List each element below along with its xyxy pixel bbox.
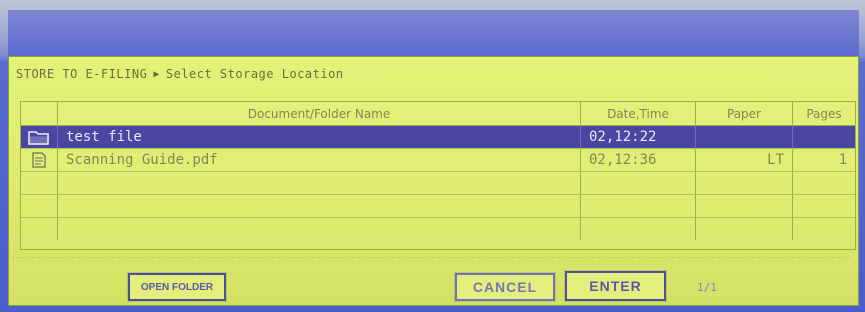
table-row[interactable]: test file 02,12:22: [21, 126, 855, 149]
document-icon: [21, 149, 57, 171]
table-row-empty: [21, 195, 855, 218]
table-row[interactable]: Scanning Guide.pdf 02,12:36 LT 1: [21, 149, 855, 172]
open-folder-button[interactable]: OPEN FOLDER: [127, 272, 227, 302]
table-header: Document/Folder Name Date,Time Paper Pag…: [21, 102, 855, 126]
table-row-empty: [21, 218, 855, 241]
header-name: Document/Folder Name: [57, 102, 580, 126]
file-list-table: Document/Folder Name Date,Time Paper Pag…: [20, 101, 856, 250]
header-paper: Paper: [695, 102, 792, 126]
divider: [12, 257, 850, 258]
header-pages: Pages: [792, 102, 855, 126]
row-name: test file: [57, 126, 580, 148]
screen-top-band: [8, 10, 859, 56]
table-row-empty: [21, 172, 855, 195]
row-paper: [695, 126, 792, 148]
row-date: 02,12:22: [580, 126, 695, 148]
breadcrumb-root: STORE TO E-FILING: [16, 67, 148, 81]
header-date: Date,Time: [580, 102, 695, 126]
page-indicator: 1/1: [697, 281, 717, 294]
row-pages: 1: [792, 149, 855, 171]
row-paper: LT: [695, 149, 792, 171]
cancel-button[interactable]: CANCEL: [454, 272, 556, 302]
enter-button[interactable]: ENTER: [564, 270, 667, 302]
row-pages: [792, 126, 855, 148]
chevron-right-icon: ▶: [153, 68, 160, 80]
row-date: 02,12:36: [580, 149, 695, 171]
breadcrumb: STORE TO E-FILING ▶ Select Storage Locat…: [16, 67, 344, 81]
breadcrumb-current: Select Storage Location: [165, 67, 344, 81]
row-name: Scanning Guide.pdf: [57, 149, 580, 171]
folder-icon: [21, 126, 57, 148]
